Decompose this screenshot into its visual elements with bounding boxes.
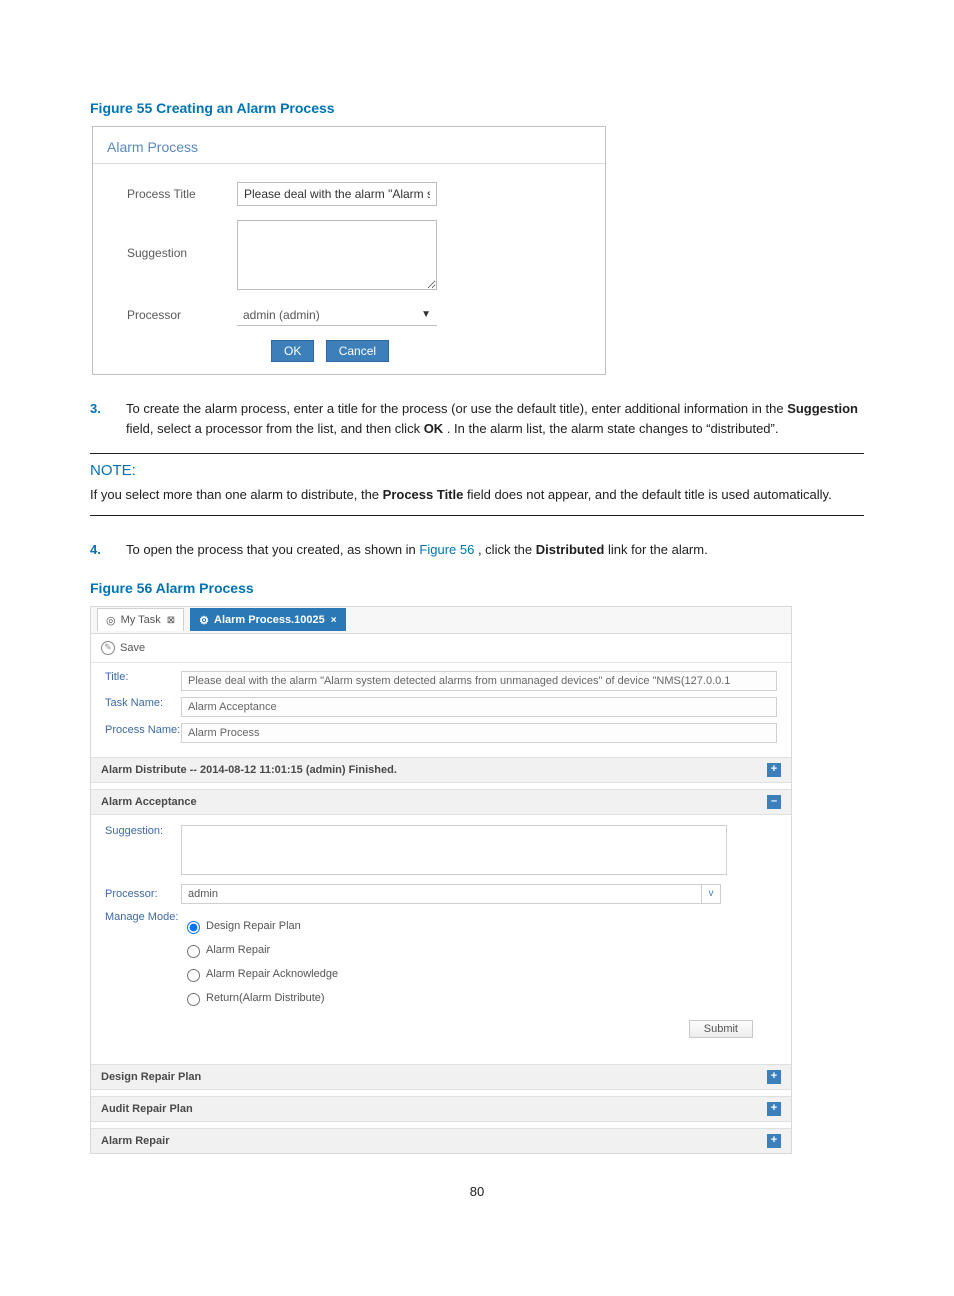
close-icon[interactable]: ×	[331, 615, 337, 626]
manage-mode-label: Manage Mode:	[105, 910, 181, 1014]
suggestion-label: Suggestion	[127, 220, 237, 260]
radio-input[interactable]	[187, 993, 200, 1006]
taskname-label: Task Name:	[105, 697, 181, 717]
acceptance-body: Suggestion: Processor: admin v Manage Mo…	[91, 815, 791, 1058]
figure-55-caption: Figure 55 Creating an Alarm Process	[90, 100, 864, 116]
processor2-select[interactable]: admin v	[181, 884, 721, 904]
collapse-icon[interactable]: +	[767, 1102, 781, 1116]
collapse-icon[interactable]: –	[767, 795, 781, 809]
processor2-label: Processor:	[105, 888, 181, 900]
radio-return[interactable]: Return(Alarm Distribute)	[182, 990, 777, 1006]
save-button[interactable]: ✎ Save	[101, 641, 145, 655]
page-number: 80	[90, 1184, 864, 1199]
chevron-down-icon: ▼	[421, 305, 431, 325]
taskname-input[interactable]	[181, 697, 777, 717]
toolbar: ✎ Save	[91, 634, 791, 663]
section-alarm-acceptance[interactable]: Alarm Acceptance –	[91, 789, 791, 815]
gear-icon: ⚙	[199, 614, 209, 627]
dialog-title: Alarm Process	[93, 127, 605, 164]
alarm-process-panel: ◎ My Task ⊠ ⚙ Alarm Process.10025 × ✎ Sa…	[90, 606, 792, 1154]
close-icon[interactable]: ⊠	[167, 615, 175, 626]
collapse-icon[interactable]: +	[767, 1134, 781, 1148]
collapse-icon[interactable]: +	[767, 1070, 781, 1084]
save-icon: ✎	[101, 641, 115, 655]
step-4: 4. To open the process that you created,…	[90, 540, 864, 560]
collapse-icon[interactable]: +	[767, 763, 781, 777]
cog-icon: ◎	[106, 614, 116, 627]
ok-button[interactable]: OK	[271, 340, 314, 362]
procname-input[interactable]	[181, 723, 777, 743]
step-3: 3. To create the alarm process, enter a …	[90, 399, 864, 439]
cancel-button[interactable]: Cancel	[326, 340, 389, 362]
section-audit-repair-plan[interactable]: Audit Repair Plan +	[91, 1096, 791, 1122]
alarm-process-dialog: Alarm Process Process Title Suggestion P…	[92, 126, 606, 375]
submit-button[interactable]: Submit	[689, 1020, 753, 1038]
radio-input[interactable]	[187, 921, 200, 934]
processor-select[interactable]: admin (admin) ▼	[237, 304, 437, 326]
process-title-label: Process Title	[127, 187, 237, 201]
processor-value: admin (admin)	[243, 305, 320, 325]
tabstrip: ◎ My Task ⊠ ⚙ Alarm Process.10025 ×	[91, 607, 791, 634]
radio-input[interactable]	[187, 969, 200, 982]
suggestion2-label: Suggestion:	[105, 825, 181, 878]
figure-56-link[interactable]: Figure 56	[419, 542, 474, 557]
step-4-number: 4.	[90, 540, 126, 560]
note-block: NOTE: If you select more than one alarm …	[90, 453, 864, 516]
process-title-input[interactable]	[237, 182, 437, 206]
radio-input[interactable]	[187, 945, 200, 958]
title-label: Title:	[105, 671, 181, 691]
title-input[interactable]	[181, 671, 777, 691]
procname-label: Process Name:	[105, 723, 181, 743]
chevron-down-icon: v	[701, 885, 720, 903]
processor-label: Processor	[127, 308, 237, 322]
radio-alarm-repair-ack[interactable]: Alarm Repair Acknowledge	[182, 966, 777, 982]
suggestion2-textarea[interactable]	[181, 825, 727, 875]
section-design-repair-plan[interactable]: Design Repair Plan +	[91, 1064, 791, 1090]
section-alarm-distribute[interactable]: Alarm Distribute -- 2014-08-12 11:01:15 …	[91, 757, 791, 783]
radio-alarm-repair[interactable]: Alarm Repair	[182, 942, 777, 958]
tab-my-task[interactable]: ◎ My Task ⊠	[97, 608, 184, 631]
figure-56-caption: Figure 56 Alarm Process	[90, 580, 864, 596]
tab-alarm-process[interactable]: ⚙ Alarm Process.10025 ×	[190, 608, 345, 631]
suggestion-textarea[interactable]	[237, 220, 437, 290]
radio-design-repair-plan[interactable]: Design Repair Plan	[182, 918, 777, 934]
note-heading: NOTE:	[90, 462, 864, 479]
section-alarm-repair[interactable]: Alarm Repair +	[91, 1128, 791, 1153]
step-3-number: 3.	[90, 399, 126, 439]
